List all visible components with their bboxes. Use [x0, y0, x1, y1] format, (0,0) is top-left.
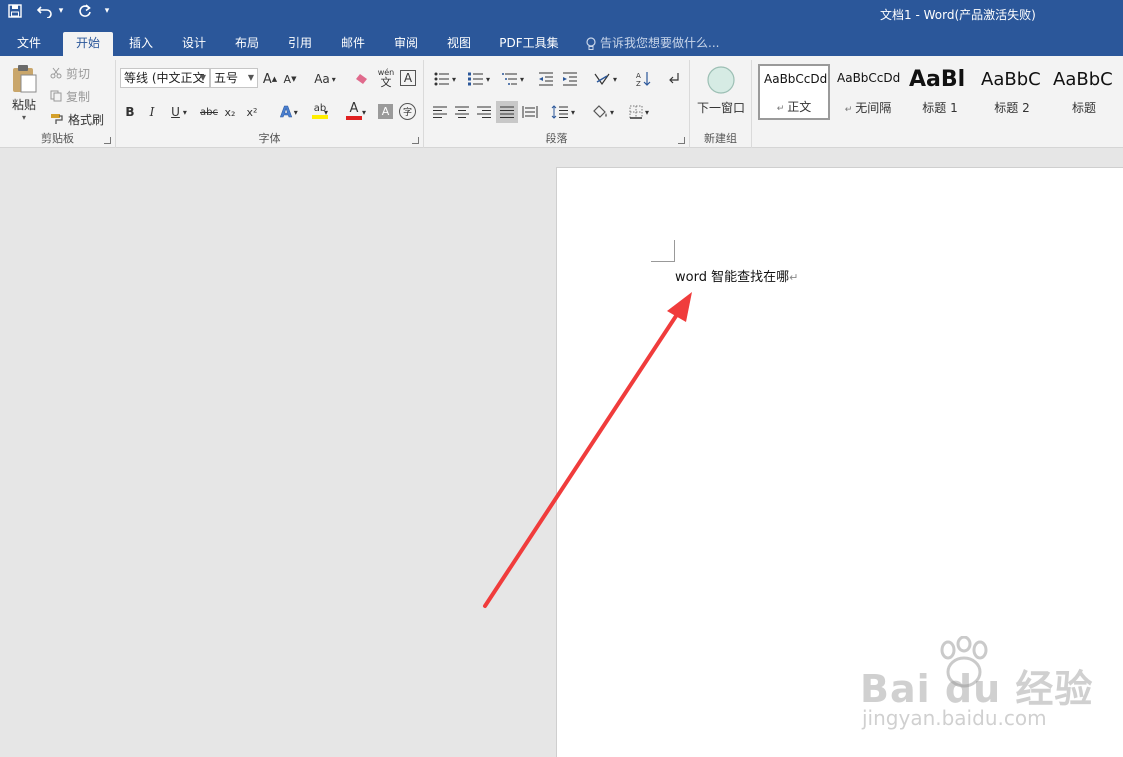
- baidu-watermark: Bai du 经验 jingyan.baidu.com: [860, 636, 1110, 736]
- watermark-url: jingyan.baidu.com: [862, 706, 1047, 730]
- watermark-brand: Bai du 经验: [860, 667, 1094, 711]
